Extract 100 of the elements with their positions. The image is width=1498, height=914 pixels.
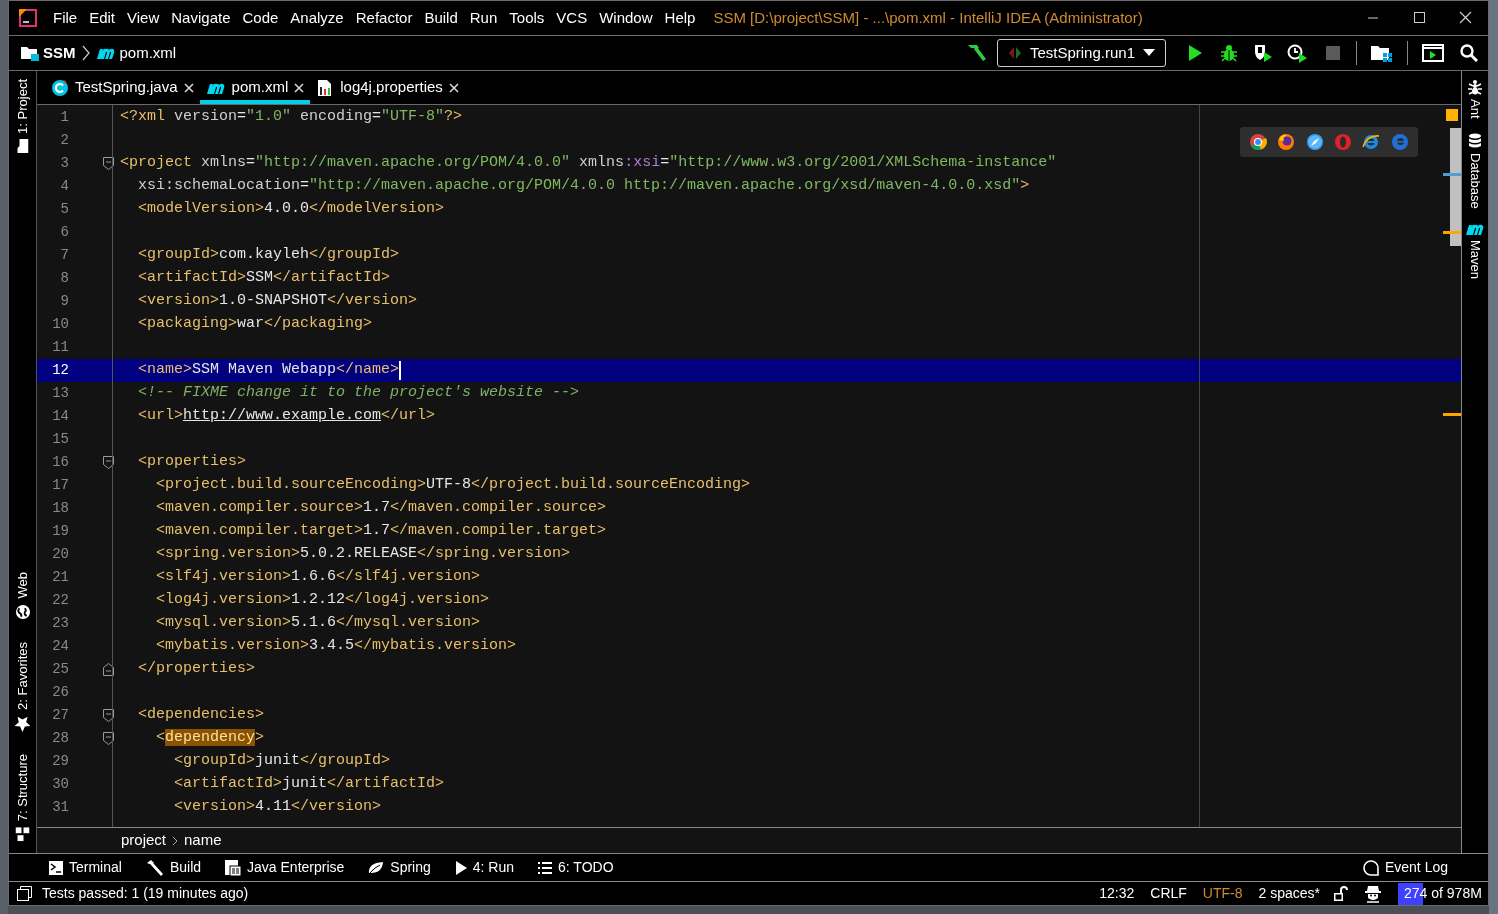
menu-item[interactable]: Refactor (349, 6, 419, 30)
fold-icon[interactable] (102, 709, 114, 722)
tab-label: TestSpring.java (75, 77, 178, 98)
code-line: <project.build.sourceEncoding>UTF-8</project.build.sourceEncoding> (155, 475, 751, 496)
fold-icon[interactable] (102, 663, 114, 676)
breadcrumb-item[interactable]: pom.xml (119, 41, 177, 65)
search-icon[interactable] (1460, 44, 1478, 62)
tool-window-button[interactable]: Terminal (49, 857, 122, 878)
panel-toggle-icon[interactable] (17, 886, 32, 901)
menu-item[interactable]: Analyze (284, 6, 350, 30)
breadcrumb-item[interactable]: name (184, 829, 222, 852)
close-icon[interactable] (294, 82, 305, 93)
code-line: <packaging>war</packaging> (137, 314, 373, 335)
file-encoding[interactable]: UTF-8 (1202, 883, 1243, 904)
window-title: SSM [D:\project\SSM] - ...\pom.xml - IntelliJ IDEA (Administrator) (713, 7, 1143, 28)
menu-item[interactable]: Window (593, 6, 659, 30)
code-line: <slf4j.version>1.6.6</slf4j.version> (155, 567, 481, 588)
line-number: 24 (51, 637, 69, 656)
line-number: 21 (51, 568, 69, 587)
leaf-icon (368, 860, 385, 875)
chevron-icon (80, 44, 91, 62)
code-line: <url>http://www.example.com</url> (137, 406, 436, 427)
code-line: <maven.compiler.source>1.7</maven.compiler.source> (155, 498, 607, 519)
caret-position[interactable]: 12:32 (1099, 883, 1135, 904)
code-line: <dependency> (155, 728, 265, 749)
run-icon[interactable] (1187, 44, 1203, 62)
close-icon[interactable] (448, 82, 459, 93)
code-line: <project xmlns="http://maven.apache.org/POM/4.0.0" xmlns:xsi="http://www.w3.org/2001/XMLSchema-instance" (120, 153, 1057, 174)
class-icon (51, 78, 69, 97)
browser-icon[interactable] (1362, 133, 1381, 151)
tool-window-button[interactable]: Java Enterprise (225, 857, 345, 878)
menu-item[interactable]: Run (463, 6, 504, 30)
run-config-dropdown[interactable]: TestSpring.run1 (996, 39, 1166, 67)
line-number: 3 (59, 154, 69, 173)
line-number: 31 (51, 798, 69, 817)
inspector-icon[interactable] (1364, 884, 1382, 903)
fold-icon[interactable] (102, 456, 114, 469)
tool-window-button[interactable]: 7: Structure (10, 753, 35, 841)
tool-window-button[interactable]: Ant (1465, 79, 1485, 119)
line-number: 16 (51, 453, 69, 472)
breadcrumb-item[interactable]: project (121, 829, 167, 852)
menu-item[interactable]: Code (236, 6, 285, 30)
tool-window-button[interactable]: 1: Project (10, 79, 35, 152)
line-number: 12 (51, 361, 69, 380)
run-config-icon (1007, 46, 1022, 60)
code-line: <mysql.version>5.1.6</mysql.version> (155, 613, 481, 634)
app-logo-icon[interactable] (19, 9, 37, 27)
code-line: xsi:schemaLocation="http://maven.apache.org/POM/4.0.0 http://maven.apache.org/xsd/maven-4.0.0.xsd"> (137, 176, 1030, 197)
menu-item[interactable]: File (47, 6, 84, 30)
tool-window-button[interactable]: 2: Favorites (10, 641, 35, 732)
browser-icon[interactable] (1249, 133, 1268, 151)
editor-tab[interactable]: log4j.properties (310, 71, 465, 104)
tool-window-button[interactable]: Web (10, 572, 35, 620)
code-line: <log4j.version>1.2.12</log4j.version> (155, 590, 490, 611)
tool-window-button[interactable]: Maven (1465, 222, 1485, 280)
maven-icon (1465, 222, 1485, 237)
menu-item[interactable]: VCS (550, 6, 594, 30)
database-icon (1468, 132, 1482, 149)
scrollbar-thumb[interactable] (1450, 128, 1461, 246)
tool-window-button[interactable]: Build (145, 857, 202, 878)
indent-setting[interactable]: 2 spaces* (1258, 883, 1320, 904)
fold-icon[interactable] (102, 157, 114, 170)
line-number: 29 (51, 752, 69, 771)
hammer-icon (145, 859, 164, 876)
bug-icon[interactable] (1220, 44, 1238, 62)
tool-window-button[interactable]: Spring (368, 857, 431, 878)
line-separator[interactable]: CRLF (1150, 883, 1187, 904)
code-line: <name>SSM Maven Webapp</name> (137, 360, 400, 381)
tool-window-button[interactable]: 4: Run (454, 857, 515, 878)
tool-window-button[interactable]: 6: TODO (538, 857, 614, 878)
code-line: <spring.version>5.0.2.RELEASE</spring.version> (155, 544, 571, 565)
menu-item[interactable]: Tools (503, 6, 551, 30)
line-number: 27 (51, 706, 69, 725)
window-run-icon[interactable] (1422, 44, 1444, 62)
line-number: 7 (59, 246, 69, 265)
editor-tab[interactable]: TestSpring.java (45, 71, 200, 104)
line-number: 10 (51, 315, 69, 334)
close-icon[interactable] (183, 82, 194, 93)
code-line: <?xml version="1.0" encoding="UTF-8"?> (120, 107, 463, 128)
project-structure-icon[interactable] (1371, 44, 1393, 62)
code-line: <dependencies> (137, 705, 265, 726)
code-line: <properties> (137, 452, 247, 473)
fold-icon[interactable] (102, 732, 114, 745)
browser-icon[interactable] (1277, 133, 1296, 151)
browser-icon[interactable] (1305, 133, 1324, 151)
maven-icon (95, 46, 116, 60)
menu-item[interactable]: View (121, 6, 166, 30)
globe-icon (15, 604, 30, 620)
shield-run-icon[interactable] (1253, 43, 1273, 63)
menu-item[interactable]: Help (658, 6, 702, 30)
line-number: 26 (51, 683, 69, 702)
tool-window-button[interactable]: Event Log (1362, 857, 1448, 878)
tool-window-button[interactable]: Database (1465, 132, 1485, 209)
menu-item[interactable]: Build (418, 6, 464, 30)
menu-item[interactable]: Navigate (165, 6, 237, 30)
breadcrumb-item[interactable]: SSM (43, 41, 76, 65)
menu-item[interactable]: Edit (83, 6, 122, 30)
unlock-icon[interactable] (1334, 885, 1348, 902)
line-number: 5 (59, 200, 69, 219)
clock-run-icon[interactable] (1287, 43, 1309, 63)
